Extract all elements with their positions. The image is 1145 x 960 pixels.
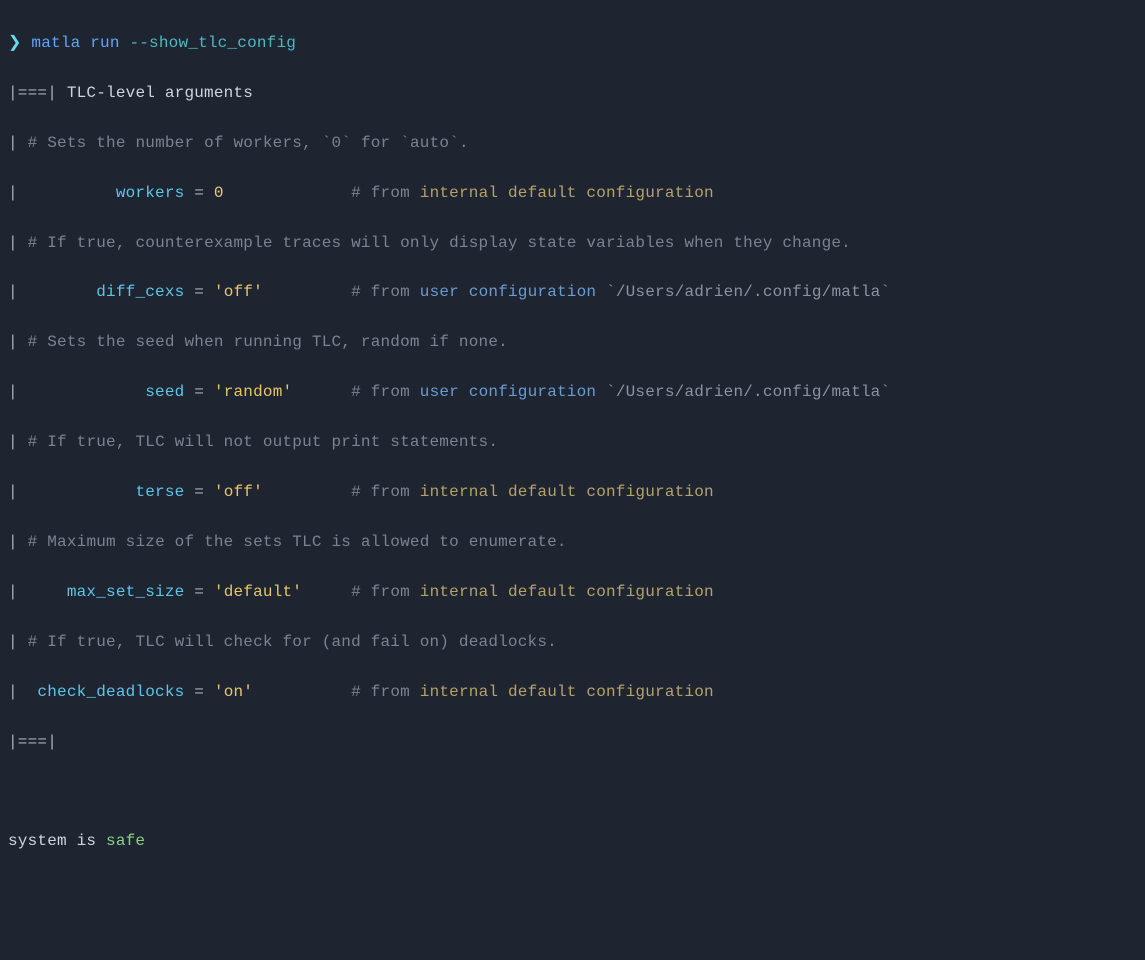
arg-value: 'on' bbox=[214, 683, 253, 701]
arg-line-terse: | terse = 'off' # from internal default … bbox=[8, 480, 1137, 505]
arg-line-max-set-size: | max_set_size = 'default' # from intern… bbox=[8, 580, 1137, 605]
arg-line-check-deadlocks: | check_deadlocks = 'on' # from internal… bbox=[8, 680, 1137, 705]
arg-source: internal default configuration bbox=[420, 483, 714, 501]
comment-text: # Sets the number of workers, `0` for `a… bbox=[28, 134, 469, 152]
arg-line-workers: | workers = 0 # from internal default co… bbox=[8, 181, 1137, 206]
arg-value: 'off' bbox=[214, 283, 263, 301]
comment-text: # Maximum size of the sets TLC is allowe… bbox=[28, 533, 567, 551]
section-header-line: |===| TLC-level arguments bbox=[8, 81, 1137, 106]
comment-text: # If true, TLC will check for (and fail … bbox=[28, 633, 557, 651]
comment-line: | # Sets the seed when running TLC, rand… bbox=[8, 330, 1137, 355]
command-name: matla run bbox=[31, 34, 119, 52]
arg-value: 'default' bbox=[214, 583, 302, 601]
arg-source: internal default configuration bbox=[420, 583, 714, 601]
arg-key: diff_cexs bbox=[96, 283, 184, 301]
arg-source: user configuration bbox=[420, 383, 596, 401]
arg-key: check_deadlocks bbox=[37, 683, 184, 701]
arg-key: workers bbox=[116, 184, 185, 202]
arg-line-diff-cexs: | diff_cexs = 'off' # from user configur… bbox=[8, 280, 1137, 305]
comment-line: | # Sets the number of workers, `0` for … bbox=[8, 131, 1137, 156]
command-flag: --show_tlc_config bbox=[129, 34, 296, 52]
command-line: ❯ matla run --show_tlc_config bbox=[8, 31, 1137, 56]
result-line: system is safe bbox=[8, 829, 1137, 854]
arg-key: seed bbox=[145, 383, 184, 401]
section-title: TLC-level arguments bbox=[67, 84, 253, 102]
result-status: safe bbox=[106, 832, 145, 850]
arg-source: user configuration bbox=[420, 283, 596, 301]
comment-line: | # If true, TLC will not output print s… bbox=[8, 430, 1137, 455]
comment-line: | # If true, counterexample traces will … bbox=[8, 231, 1137, 256]
comment-text: # If true, counterexample traces will on… bbox=[28, 234, 851, 252]
arg-source: internal default configuration bbox=[420, 683, 714, 701]
arg-value: 0 bbox=[214, 184, 224, 202]
section-footer-line: |===| bbox=[8, 730, 1137, 755]
arg-source: internal default configuration bbox=[420, 184, 714, 202]
comment-text: # Sets the seed when running TLC, random… bbox=[28, 333, 508, 351]
arg-key: max_set_size bbox=[67, 583, 185, 601]
arg-line-seed: | seed = 'random' # from user configurat… bbox=[8, 380, 1137, 405]
comment-text: # If true, TLC will not output print sta… bbox=[28, 433, 499, 451]
comment-line: | # Maximum size of the sets TLC is allo… bbox=[8, 530, 1137, 555]
arg-value: 'off' bbox=[214, 483, 263, 501]
arg-value: 'random' bbox=[214, 383, 292, 401]
blank-line bbox=[8, 780, 1137, 805]
prompt-icon: ❯ bbox=[8, 34, 22, 52]
arg-key: terse bbox=[135, 483, 184, 501]
comment-line: | # If true, TLC will check for (and fai… bbox=[8, 630, 1137, 655]
